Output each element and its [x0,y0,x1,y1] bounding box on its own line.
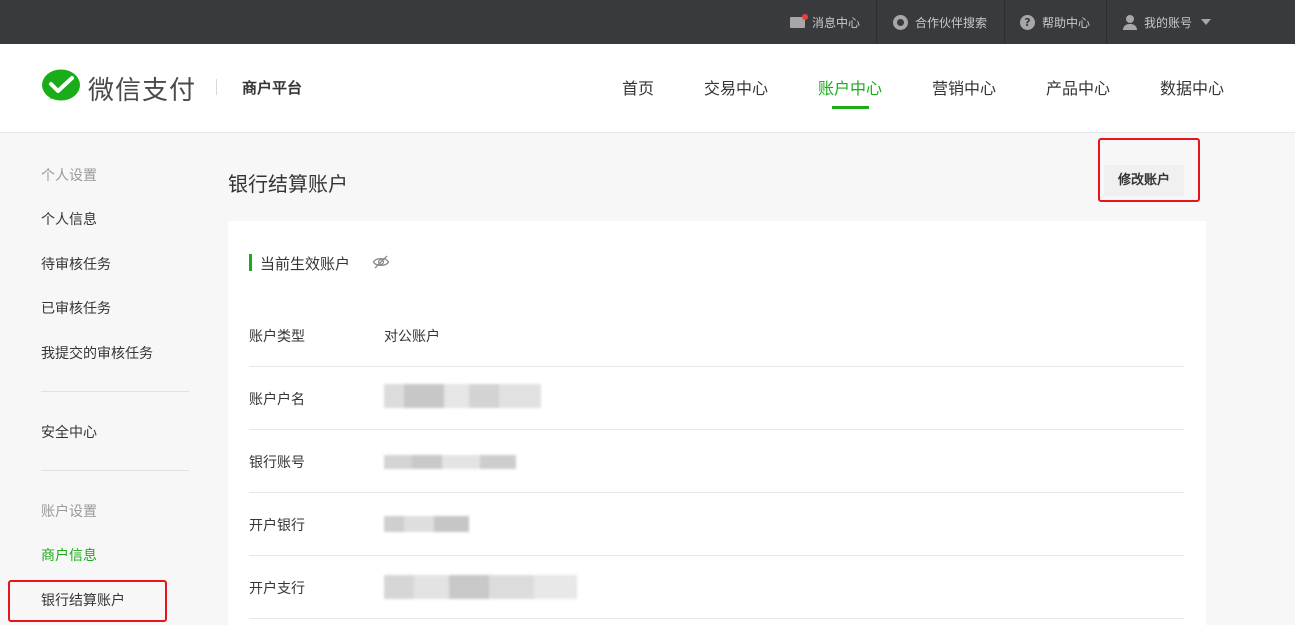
nav-marketing[interactable]: 营销中心 [932,75,996,99]
sidebar-group-account: 账户设置 [41,504,97,520]
row-divider [249,492,1184,493]
branch-label: 开户支行 [249,581,305,597]
sidebar-item-personal-info[interactable]: 个人信息 [41,209,97,229]
nav-account[interactable]: 账户中心 [818,75,882,99]
account-type-value: 对公账户 [384,329,440,345]
brand-divider [216,79,217,95]
nav-home[interactable]: 首页 [622,75,654,99]
chevron-down-icon [1201,19,1212,25]
sidebar-divider [41,391,189,392]
redacted-branch [384,575,577,599]
section-marker [249,254,252,271]
main-header: 微信支付 商户平台 首页 交易中心 账户中心 营销中心 产品中心 数据中心 [0,44,1295,133]
row-divider [249,366,1184,367]
help-icon: ? [1020,14,1035,30]
page-title: 银行结算账户 [228,172,348,196]
sidebar-group-personal: 个人设置 [41,168,97,184]
top-bar: 消息中心 合作伙伴搜索 ? 帮助中心 我的账号 [0,0,1295,44]
help-link[interactable]: ? 帮助中心 [1020,0,1090,44]
nav-data[interactable]: 数据中心 [1160,75,1224,99]
user-icon [1123,14,1137,30]
brand-name: 微信支付 [88,76,197,106]
eye-hidden-icon[interactable] [372,253,390,271]
opening-bank-label: 开户银行 [249,518,305,534]
redacted-bank-account [384,455,516,469]
bank-account-label: 银行账号 [249,455,305,471]
account-card [228,221,1206,625]
nav-products[interactable]: 产品中心 [1046,75,1110,99]
account-label: 我的账号 [1144,15,1193,30]
row-divider [249,429,1184,430]
messages-label: 消息中心 [812,15,861,30]
mail-icon [790,13,808,28]
row-divider [249,555,1184,556]
account-name-label: 账户户名 [249,392,305,408]
sidebar-item-submitted-tasks[interactable]: 我提交的审核任务 [41,343,153,363]
sidebar-item-merchant-info[interactable]: 商户信息 [41,545,97,565]
sidebar-divider [41,470,189,471]
row-divider [249,618,1184,619]
nav-transactions[interactable]: 交易中心 [704,75,768,99]
account-menu[interactable]: 我的账号 [1123,0,1212,44]
section-title: 当前生效账户 [260,255,351,273]
sidebar-item-bank-account[interactable]: 银行结算账户 [41,590,125,610]
edit-account-button[interactable]: 修改账户 [1104,165,1184,196]
partner-search-link[interactable]: 合作伙伴搜索 [893,0,987,44]
redacted-account-name [384,384,541,408]
partner-search-label: 合作伙伴搜索 [915,15,988,30]
platform-name: 商户平台 [242,79,303,97]
messages-link[interactable]: 消息中心 [790,0,860,44]
redacted-opening-bank [384,516,469,532]
wechat-pay-logo[interactable] [41,69,81,105]
sidebar-item-reviewed-tasks[interactable]: 已审核任务 [41,298,111,318]
sidebar-item-pending-tasks[interactable]: 待审核任务 [41,254,111,274]
active-nav-indicator [832,106,869,109]
help-label: 帮助中心 [1042,15,1091,30]
search-icon [893,14,908,30]
account-type-label: 账户类型 [249,329,305,345]
sidebar-item-security[interactable]: 安全中心 [41,422,97,442]
